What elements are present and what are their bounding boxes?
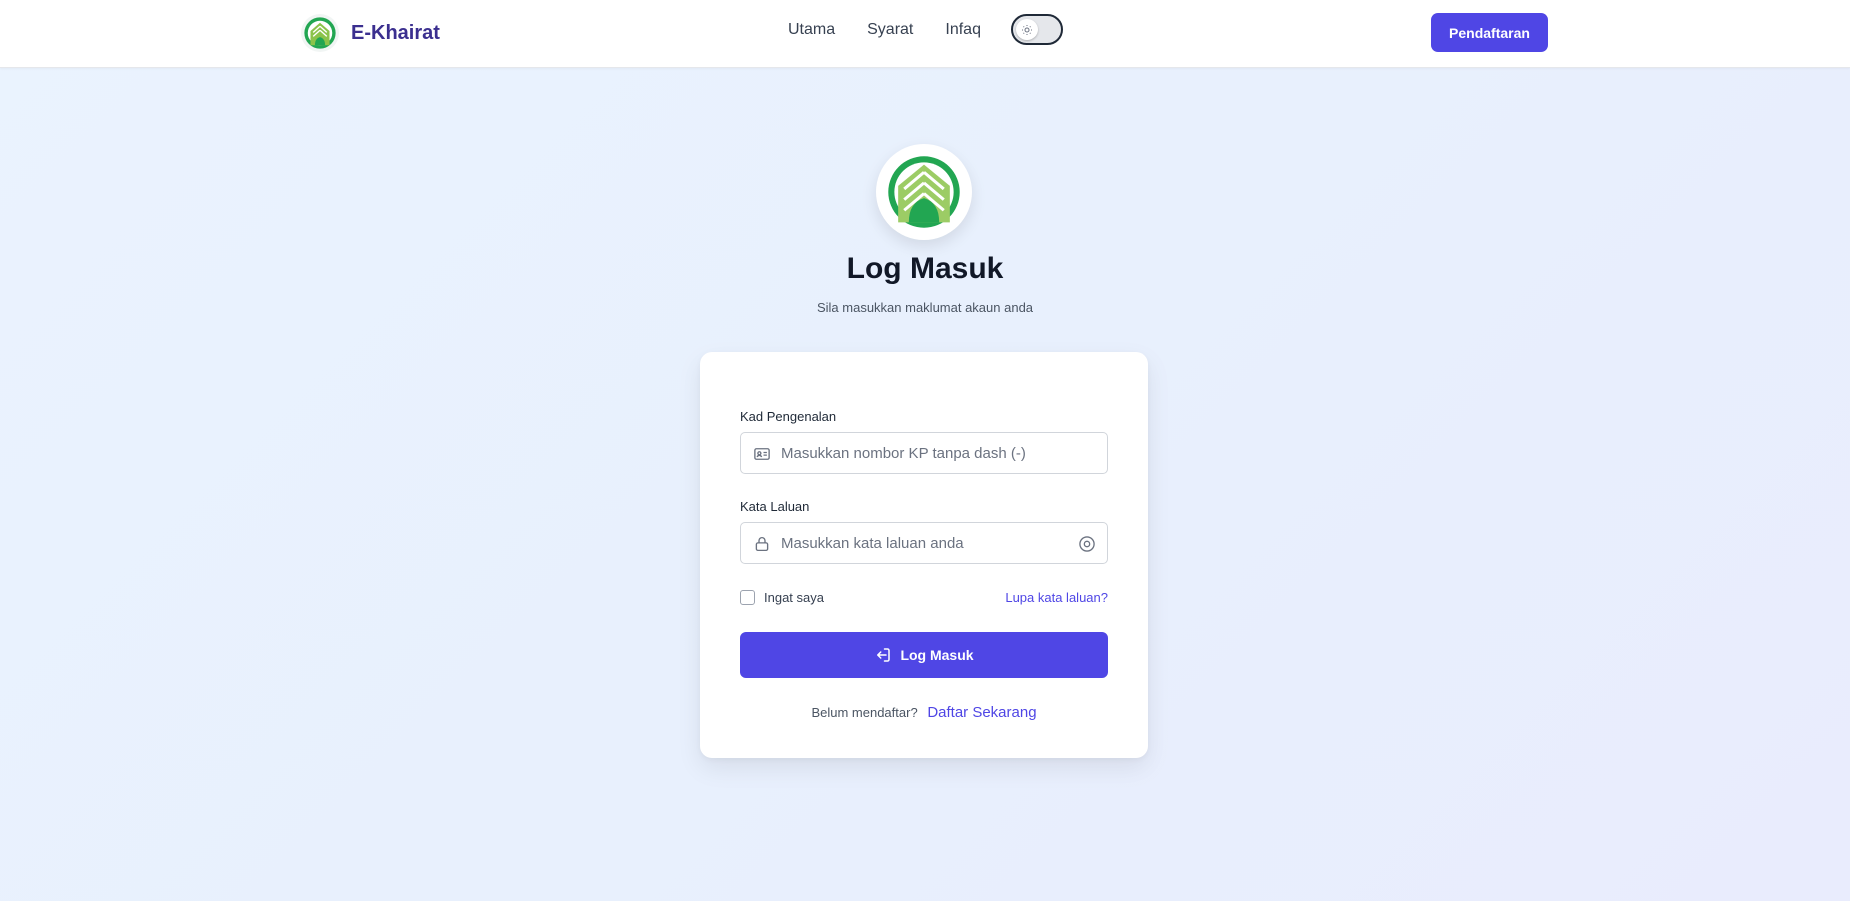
password-label: Kata Laluan (740, 499, 810, 514)
ic-field[interactable] (740, 432, 1108, 474)
top-navbar: E-Khairat Utama Syarat Infaq Pendaftaran (0, 0, 1850, 68)
ic-label: Kad Pengenalan (740, 409, 837, 424)
nav-item-infaq[interactable]: Infaq (945, 19, 981, 41)
nav-item-syarat[interactable]: Syarat (867, 19, 913, 41)
forgot-password-link[interactable]: Lupa kata laluan? (1005, 590, 1108, 605)
login-card: Kad Pengenalan Kata Laluan Ingat saya Lu… (700, 352, 1148, 758)
show-password-icon[interactable] (1077, 534, 1097, 554)
login-button-label: Log Masuk (900, 647, 974, 663)
brand-name: E-Khairat (351, 21, 440, 44)
remember-checkbox[interactable] (740, 590, 755, 605)
login-icon (877, 648, 891, 662)
page-subtitle: Sila masukkan maklumat akaun anda (816, 300, 1034, 315)
remember-me[interactable]: Ingat saya (740, 590, 824, 605)
lock-icon (755, 537, 769, 552)
app-logo-icon (876, 144, 972, 240)
id-card-icon (754, 448, 770, 460)
password-field[interactable] (740, 522, 1108, 564)
signup-prompt: Belum mendaftar? (811, 705, 918, 720)
brand[interactable]: E-Khairat (301, 14, 440, 52)
ic-input[interactable] (781, 433, 1081, 473)
nav-item-utama[interactable]: Utama (788, 19, 835, 41)
main-nav: Utama Syarat Infaq (788, 19, 1013, 41)
password-input[interactable] (781, 523, 1081, 563)
theme-toggle[interactable] (1011, 14, 1063, 45)
register-button[interactable]: Pendaftaran (1431, 13, 1548, 52)
login-button[interactable]: Log Masuk (740, 632, 1108, 678)
sun-icon (1016, 19, 1038, 40)
signup-row: Belum mendaftar? Daftar Sekarang (700, 704, 1148, 721)
page-title: Log Masuk (846, 252, 1004, 285)
remember-label: Ingat saya (764, 590, 824, 605)
brand-logo-icon (301, 14, 339, 52)
signup-link[interactable]: Daftar Sekarang (927, 704, 1036, 721)
